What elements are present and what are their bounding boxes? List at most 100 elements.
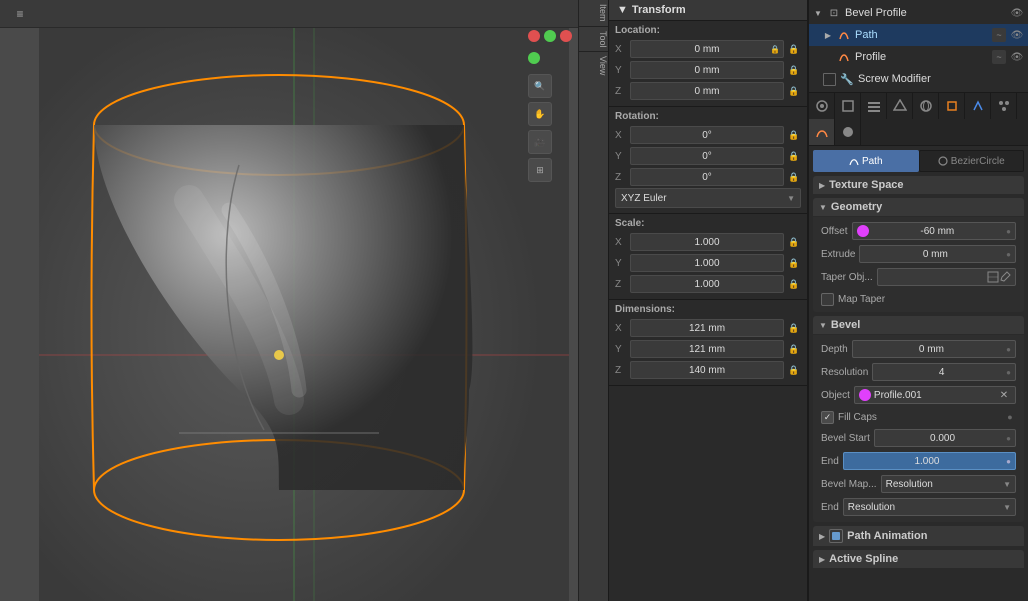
z-label: Z: [615, 86, 627, 97]
dim-z-lock[interactable]: 🔒: [787, 363, 801, 377]
scale-z-field[interactable]: 1.000: [630, 275, 784, 293]
geometry-header[interactable]: ▼ Geometry: [813, 198, 1024, 216]
scale-y-field[interactable]: 1.000: [630, 254, 784, 272]
outliner-path[interactable]: ▶ Path ~ 👁: [809, 24, 1028, 46]
prop-tab-data[interactable]: [809, 119, 835, 145]
resolution-field[interactable]: 4 ●: [872, 363, 1016, 381]
path-animation-checkbox[interactable]: [829, 529, 843, 543]
location-y-lock[interactable]: 🔒: [787, 63, 801, 77]
map-taper-label: Map Taper: [838, 294, 885, 305]
rotation-z-field[interactable]: 0°: [630, 168, 784, 186]
map-taper-checkbox[interactable]: [821, 293, 834, 306]
viewport-menu-icon[interactable]: ≡: [8, 2, 32, 26]
bevel-profile-icon: ⊡: [827, 6, 841, 20]
dim-z-field[interactable]: 140 mm: [630, 361, 784, 379]
prop-tab-scene[interactable]: [887, 93, 913, 119]
scale-y-row: Y 1.000 🔒: [615, 253, 801, 273]
profile-eye[interactable]: 👁: [1010, 50, 1024, 64]
collapse-arrow[interactable]: ▼: [617, 4, 628, 16]
location-z-field[interactable]: 0 mm: [630, 82, 784, 100]
rotation-x-lock[interactable]: 🔒: [787, 128, 801, 142]
fill-caps-icon: ●: [1004, 411, 1016, 423]
extrude-field[interactable]: 0 mm ●: [859, 245, 1016, 263]
scale-x-field[interactable]: 1.000: [630, 233, 784, 251]
texture-space-title: Texture Space: [829, 179, 903, 191]
scale-x-lock[interactable]: 🔒: [787, 235, 801, 249]
properties-content: Path BezierCircle ▶ Texture Space ▼ Geom…: [809, 146, 1028, 601]
outliner-bevel-profile[interactable]: ▼ ⊡ Bevel Profile 👁: [809, 2, 1028, 24]
rotation-y-field[interactable]: 0°: [630, 147, 784, 165]
panel-view-label[interactable]: View: [579, 52, 608, 79]
outliner: ▼ ⊡ Bevel Profile 👁 ▶ Path ~ 👁: [809, 0, 1028, 93]
bevel-end-row: End 1.000 ●: [817, 450, 1020, 472]
panel-tool-label[interactable]: Tool: [579, 27, 608, 53]
sub-tab-bezier[interactable]: BezierCircle: [919, 150, 1025, 172]
prop-tab-render[interactable]: [809, 93, 835, 119]
offset-field[interactable]: -60 mm ●: [852, 222, 1017, 240]
taper-object-field[interactable]: [877, 268, 1016, 286]
object-field[interactable]: Profile.001 ✕: [854, 386, 1016, 404]
active-spline-title: Active Spline: [829, 553, 898, 565]
path-type-badge: ~: [992, 28, 1006, 42]
y-label: Y: [615, 65, 627, 76]
scale-z-lock[interactable]: 🔒: [787, 277, 801, 291]
taper-eyedropper-icon[interactable]: [999, 271, 1011, 283]
path-animation-header[interactable]: ▶ Path Animation: [813, 526, 1024, 546]
dim-y-lock[interactable]: 🔒: [787, 342, 801, 356]
active-spline-header[interactable]: ▶ Active Spline: [813, 550, 1024, 568]
path-curve-icon: [837, 28, 851, 42]
panel-item-label[interactable]: Item: [579, 0, 608, 27]
rotation-mode-dropdown[interactable]: XYZ Euler ▼: [615, 188, 801, 208]
rotation-x-field[interactable]: 0°: [630, 126, 784, 144]
dim-x-lock[interactable]: 🔒: [787, 321, 801, 335]
location-y-field[interactable]: 0 mm: [630, 61, 784, 79]
dim-y-field[interactable]: 121 mm: [630, 340, 784, 358]
end-map-label: End: [821, 502, 839, 513]
bevel-map-label: Bevel Map...: [821, 479, 877, 490]
rotation-z-lock[interactable]: 🔒: [787, 170, 801, 184]
icon-red-dot2: [560, 30, 572, 42]
prop-tab-view-layer[interactable]: [861, 93, 887, 119]
outliner-profile[interactable]: Profile ~ 👁: [809, 46, 1028, 68]
dim-x-field[interactable]: 121 mm: [630, 319, 784, 337]
taper-object-row: Taper Obj...: [817, 266, 1020, 288]
location-x-row: X 0 mm 🔒 🔒: [615, 39, 801, 59]
dim-x-row: X 121 mm 🔒: [615, 318, 801, 338]
prop-tab-world[interactable]: [913, 93, 939, 119]
depth-field[interactable]: 0 mm ●: [852, 340, 1016, 358]
dx-label: X: [615, 323, 627, 334]
zoom-tool[interactable]: 🔍: [528, 74, 552, 98]
screw-checkbox[interactable]: [823, 73, 836, 86]
bevel-profile-eye[interactable]: 👁: [1010, 6, 1024, 20]
object-clear-btn[interactable]: ✕: [997, 388, 1011, 402]
outliner-screw-modifier[interactable]: 🔧 Screw Modifier: [809, 68, 1028, 90]
geometry-arrow: ▼: [819, 203, 827, 212]
scale-y-lock[interactable]: 🔒: [787, 256, 801, 270]
extrude-row: Extrude 0 mm ●: [817, 243, 1020, 265]
location-x-field[interactable]: 0 mm 🔒: [630, 40, 784, 58]
end-map-dropdown[interactable]: Resolution ▼: [843, 498, 1016, 516]
prop-tab-particles[interactable]: [991, 93, 1017, 119]
camera-tool[interactable]: 🎥: [528, 130, 552, 154]
bevel-start-field[interactable]: 0.000 ●: [874, 429, 1016, 447]
bevel-end-field[interactable]: 1.000 ●: [843, 452, 1016, 470]
path-eye[interactable]: 👁: [1010, 28, 1024, 42]
fill-caps-checkbox[interactable]: ✓: [821, 411, 834, 424]
location-z-lock[interactable]: 🔒: [787, 84, 801, 98]
texture-space-header[interactable]: ▶ Texture Space: [813, 176, 1024, 194]
prop-tab-output[interactable]: [835, 93, 861, 119]
prop-tab-modifier[interactable]: [965, 93, 991, 119]
viewport-3d[interactable]: ≡ 🔍 ✋ 🎥 ⊞ Item Tool View: [0, 0, 608, 601]
prop-tab-object[interactable]: [939, 93, 965, 119]
grid-tool[interactable]: ⊞: [528, 158, 552, 182]
rotation-y-lock[interactable]: 🔒: [787, 149, 801, 163]
location-x-lock[interactable]: 🔒: [787, 42, 801, 56]
profile-label: Profile: [855, 51, 988, 63]
screw-modifier-icon: 🔧: [840, 72, 854, 86]
bevel-header[interactable]: ▼ Bevel: [813, 316, 1024, 334]
rz-label: Z: [615, 172, 627, 183]
sub-tab-path[interactable]: Path: [813, 150, 919, 172]
bevel-map-dropdown[interactable]: Resolution ▼: [881, 475, 1016, 493]
prop-tab-material[interactable]: [835, 119, 861, 145]
move-tool[interactable]: ✋: [528, 102, 552, 126]
